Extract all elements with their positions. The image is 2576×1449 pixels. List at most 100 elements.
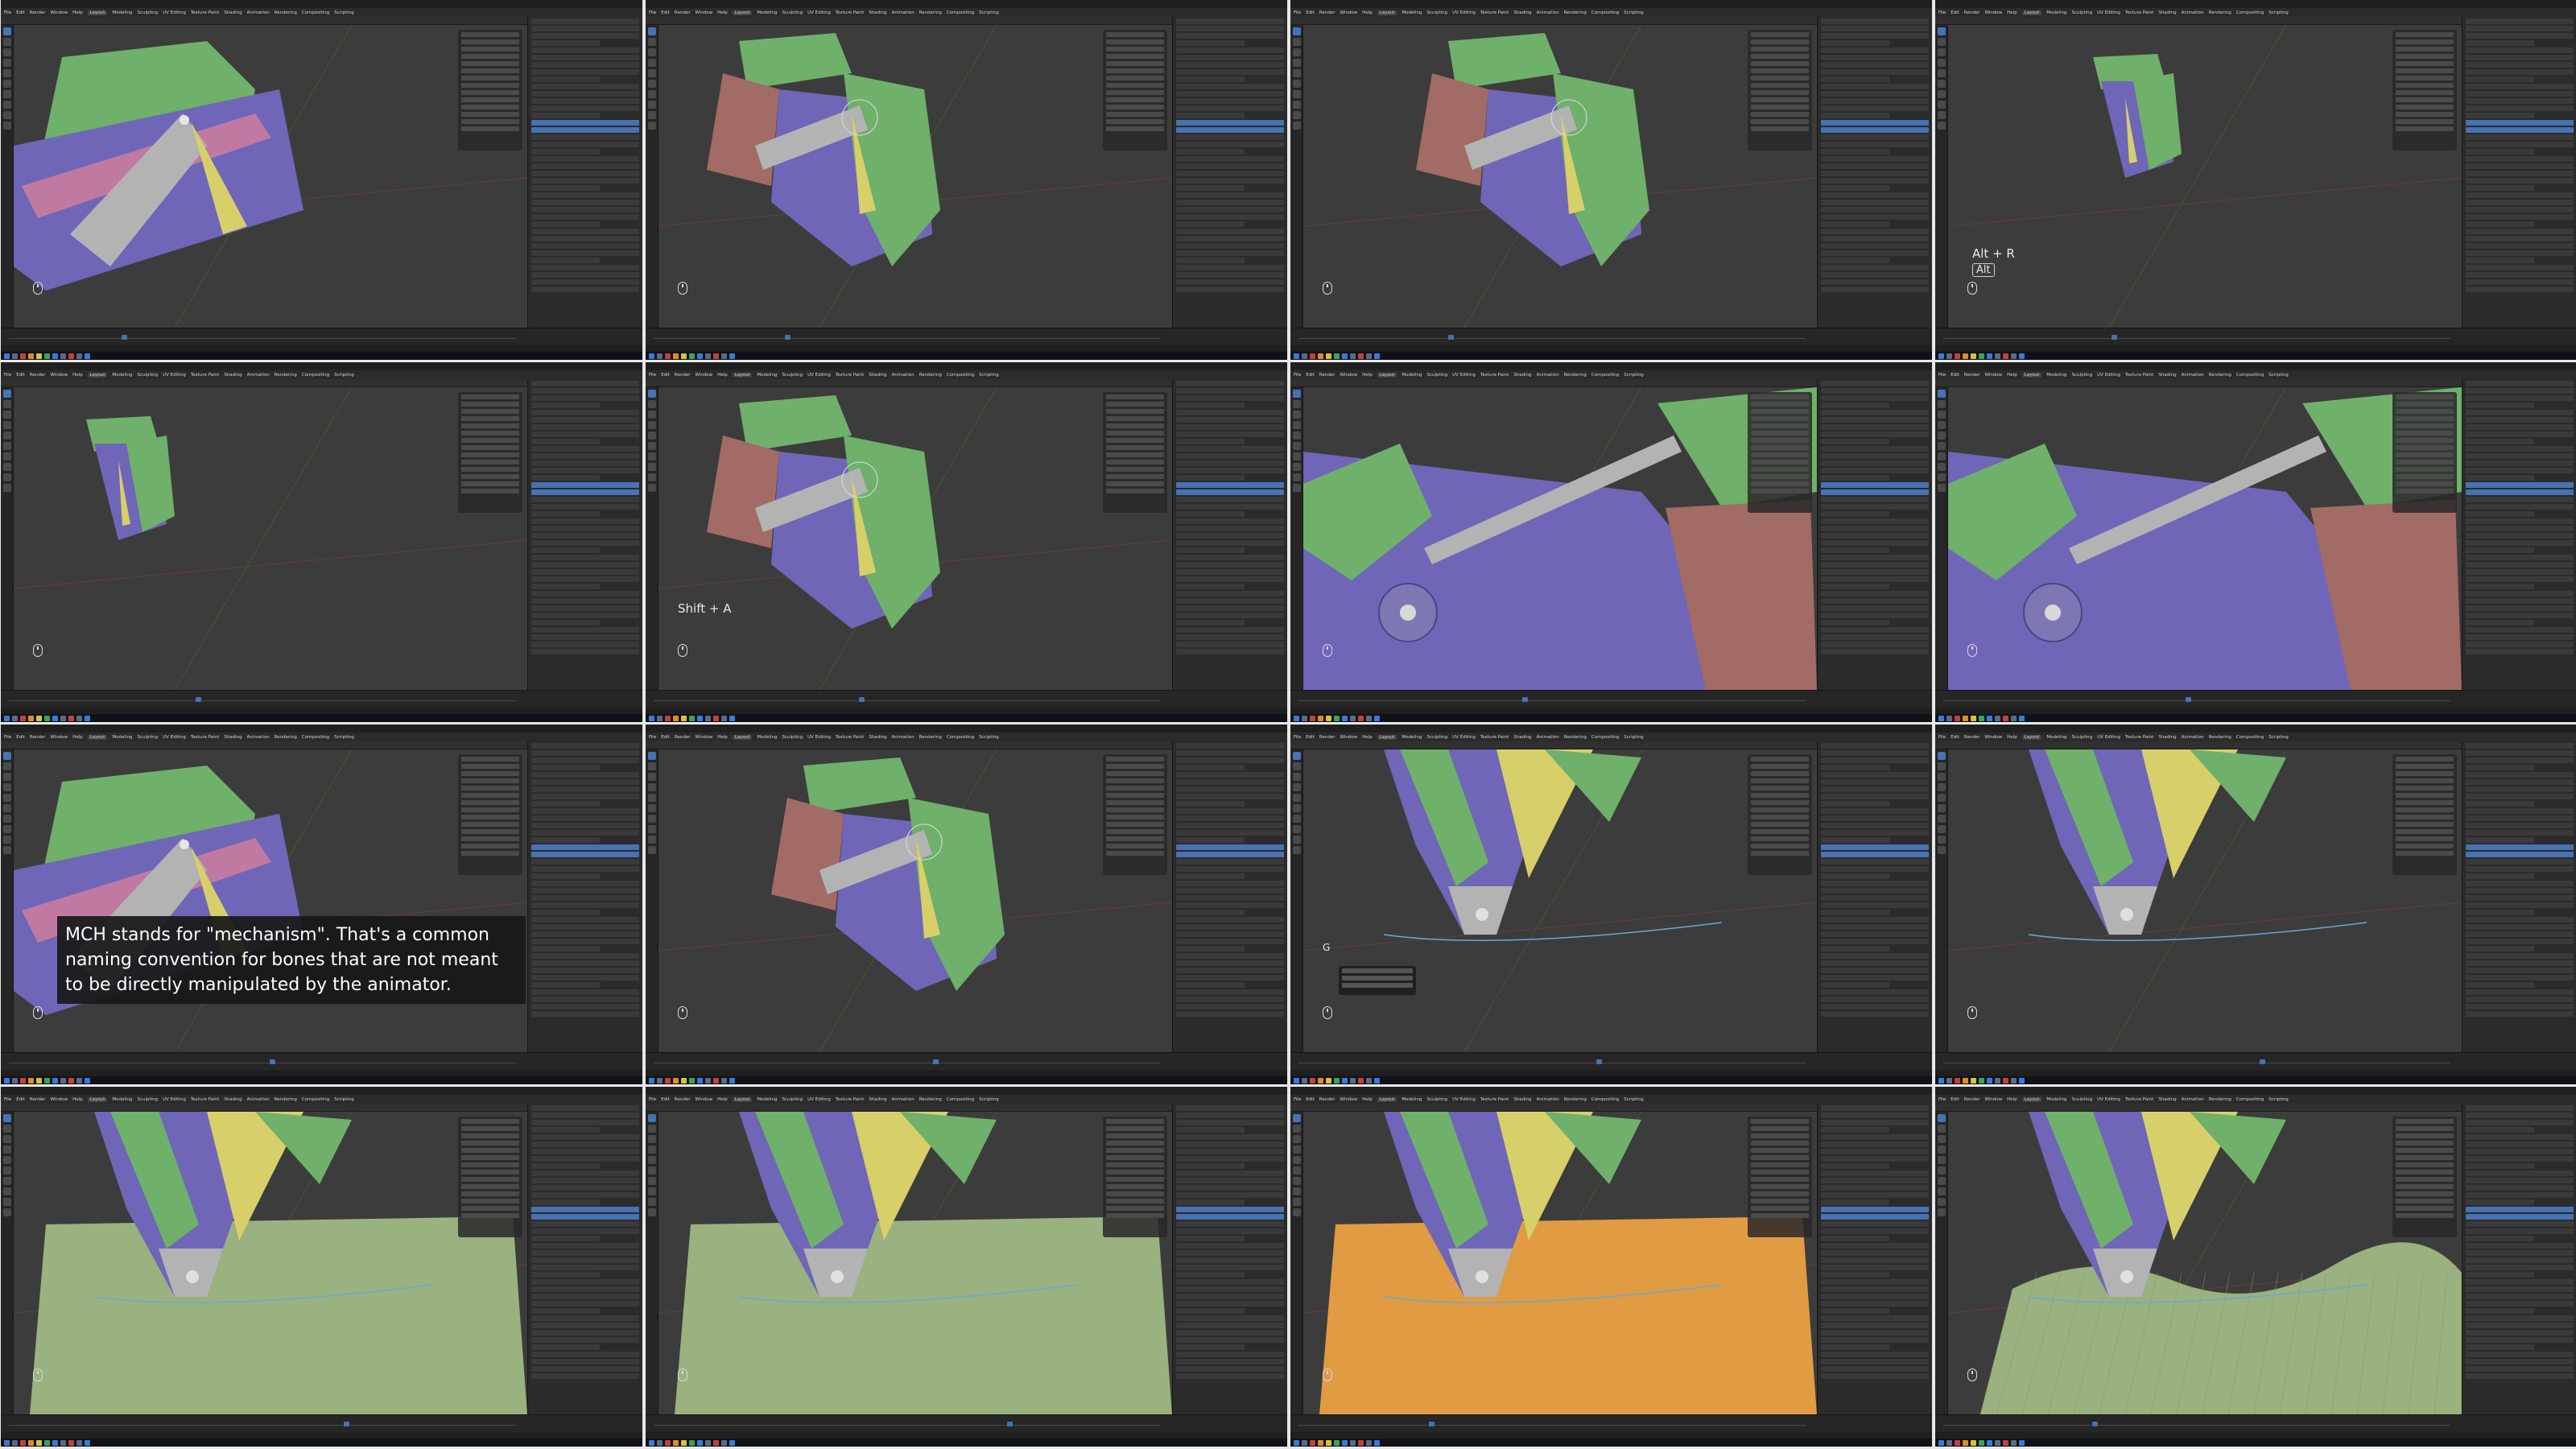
property-row[interactable] bbox=[1821, 1294, 1929, 1299]
taskbar-app-icon[interactable] bbox=[673, 1439, 679, 1446]
menu-item[interactable]: Sculpting bbox=[2071, 1097, 2092, 1102]
property-row[interactable] bbox=[1176, 388, 1284, 394]
menu-item[interactable]: Animation bbox=[1537, 1097, 1559, 1102]
property-row[interactable] bbox=[531, 1207, 639, 1212]
menu-item[interactable]: Sculpting bbox=[137, 373, 158, 378]
tool-button[interactable] bbox=[3, 27, 11, 35]
taskbar-app-icon[interactable] bbox=[1350, 1077, 1356, 1084]
property-field[interactable] bbox=[1751, 61, 1809, 66]
taskbar-app-icon[interactable] bbox=[2019, 1439, 2025, 1446]
property-row[interactable] bbox=[1821, 859, 1929, 865]
property-row[interactable] bbox=[1821, 424, 1929, 430]
property-row[interactable] bbox=[2466, 584, 2535, 589]
property-row[interactable] bbox=[531, 1315, 639, 1321]
property-row[interactable] bbox=[531, 902, 639, 908]
taskbar-app-icon[interactable] bbox=[1971, 1439, 1976, 1446]
property-row[interactable] bbox=[2466, 142, 2574, 147]
property-field[interactable] bbox=[2396, 481, 2454, 486]
3d-viewport[interactable] bbox=[1303, 1112, 1817, 1414]
property-row[interactable] bbox=[2466, 1149, 2574, 1154]
3d-viewport[interactable] bbox=[658, 1112, 1172, 1414]
menu-item[interactable]: Texture Paint bbox=[1480, 1097, 1509, 1102]
property-row[interactable] bbox=[531, 1011, 639, 1017]
property-row[interactable] bbox=[1821, 873, 1890, 879]
menu-item[interactable]: UV Editing bbox=[2097, 1097, 2120, 1102]
menu-item[interactable]: Window bbox=[1340, 735, 1357, 740]
menu-item[interactable]: Edit bbox=[1306, 1097, 1315, 1102]
property-row[interactable] bbox=[1821, 837, 1890, 843]
sidebar-n-panel[interactable] bbox=[2392, 392, 2457, 513]
playhead[interactable] bbox=[1596, 1059, 1602, 1064]
tool-button[interactable] bbox=[3, 48, 11, 56]
property-row[interactable] bbox=[1821, 381, 1929, 386]
tool-button[interactable] bbox=[3, 783, 11, 791]
property-row[interactable] bbox=[531, 113, 601, 118]
property-row[interactable] bbox=[531, 431, 639, 437]
property-field[interactable] bbox=[1751, 438, 1809, 443]
property-row[interactable] bbox=[1176, 178, 1284, 184]
taskbar-app-icon[interactable] bbox=[60, 1439, 66, 1446]
taskbar-app-icon[interactable] bbox=[1310, 1077, 1315, 1084]
taskbar-app-icon[interactable] bbox=[665, 353, 671, 359]
property-row[interactable] bbox=[1176, 1286, 1284, 1292]
property-field[interactable] bbox=[2396, 764, 2454, 769]
taskbar-app-icon[interactable] bbox=[649, 1077, 654, 1084]
property-row[interactable] bbox=[2466, 1301, 2574, 1307]
menu-item[interactable]: Modeling bbox=[112, 1097, 132, 1102]
tool-button[interactable] bbox=[1938, 484, 1946, 492]
tool-button[interactable] bbox=[3, 1166, 11, 1174]
property-row[interactable] bbox=[1821, 808, 1929, 814]
property-field[interactable] bbox=[1751, 126, 1809, 131]
property-row[interactable] bbox=[2466, 895, 2574, 901]
menu-item[interactable]: Help bbox=[1362, 1097, 1373, 1102]
property-row[interactable] bbox=[531, 924, 639, 930]
property-row[interactable] bbox=[2466, 924, 2574, 930]
property-row[interactable] bbox=[1821, 207, 1929, 213]
taskbar-app-icon[interactable] bbox=[76, 1439, 82, 1446]
property-row[interactable] bbox=[1176, 1163, 1245, 1169]
menu-item[interactable]: Edit bbox=[1306, 373, 1315, 378]
property-field[interactable] bbox=[2396, 394, 2454, 399]
menu-item[interactable]: Texture Paint bbox=[836, 373, 865, 378]
menu-item[interactable]: Shading bbox=[1513, 735, 1531, 740]
property-row[interactable] bbox=[1176, 19, 1284, 24]
taskbar-app-icon[interactable] bbox=[1310, 353, 1315, 359]
property-row[interactable] bbox=[1176, 489, 1284, 495]
menu-item[interactable]: UV Editing bbox=[807, 735, 831, 740]
tool-button[interactable] bbox=[1293, 38, 1301, 46]
property-row[interactable] bbox=[1821, 1214, 1929, 1220]
property-row[interactable] bbox=[2466, 511, 2535, 517]
property-row[interactable] bbox=[1821, 1272, 1890, 1278]
taskbar-app-icon[interactable] bbox=[1995, 1077, 2000, 1084]
property-row[interactable] bbox=[2466, 47, 2574, 53]
operator-panel[interactable] bbox=[1339, 966, 1416, 995]
property-row[interactable] bbox=[1821, 888, 1929, 894]
property-row[interactable] bbox=[1821, 765, 1890, 770]
property-row[interactable] bbox=[1821, 1120, 1929, 1125]
property-field[interactable] bbox=[1751, 800, 1809, 805]
taskbar-app-icon[interactable] bbox=[28, 1439, 34, 1446]
property-field[interactable] bbox=[461, 423, 519, 428]
tool-button[interactable] bbox=[648, 1198, 656, 1206]
menu-item[interactable]: Render bbox=[30, 10, 46, 15]
property-field[interactable] bbox=[461, 76, 519, 80]
property-row[interactable] bbox=[1176, 1323, 1284, 1328]
property-field[interactable] bbox=[1751, 394, 1809, 399]
menu-item[interactable]: File bbox=[649, 1097, 656, 1102]
playhead[interactable] bbox=[270, 1059, 275, 1064]
property-row[interactable] bbox=[1176, 250, 1284, 256]
menu-item[interactable]: Compositing bbox=[302, 10, 329, 15]
menu-item[interactable]: Rendering bbox=[1564, 735, 1587, 740]
property-field[interactable] bbox=[1751, 90, 1809, 95]
menu-item[interactable]: Layout bbox=[2021, 734, 2042, 740]
property-row[interactable] bbox=[531, 786, 639, 792]
property-row[interactable] bbox=[1176, 395, 1284, 401]
tool-button[interactable] bbox=[1293, 111, 1301, 119]
property-row[interactable] bbox=[531, 881, 639, 886]
tool-button[interactable] bbox=[648, 48, 656, 56]
property-field[interactable] bbox=[1751, 1162, 1809, 1167]
property-row[interactable] bbox=[2466, 98, 2574, 104]
menu-item[interactable]: Sculpting bbox=[2071, 735, 2092, 740]
tool-button[interactable] bbox=[1293, 69, 1301, 77]
3d-viewport[interactable] bbox=[1948, 1112, 2462, 1414]
